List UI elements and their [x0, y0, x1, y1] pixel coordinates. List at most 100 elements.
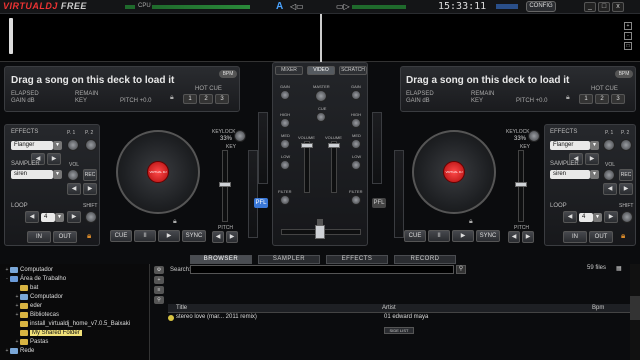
left-gain-knob[interactable] [280, 90, 290, 100]
right-med-knob[interactable] [351, 139, 361, 149]
zoom-in-button[interactable]: + [624, 22, 632, 30]
right-volume-handle[interactable] [328, 143, 340, 148]
deck-left-p2-knob[interactable] [85, 139, 97, 151]
deck-right-hotcue-1[interactable]: 1 [579, 94, 593, 104]
left-med-knob[interactable] [280, 139, 290, 149]
deck-right-loop-out[interactable]: OUT [589, 231, 613, 243]
deck-right-pitch-up[interactable]: ▶ [522, 231, 534, 243]
tab-effects[interactable]: EFFECTS [326, 255, 388, 264]
search-options-icon[interactable]: ⚲ [456, 265, 466, 274]
pfl-left-button[interactable]: PFL [254, 198, 268, 208]
auto-mix-icon[interactable]: A [276, 1, 283, 12]
tree-item[interactable]: + Rede [0, 346, 150, 355]
tab-mixer[interactable]: MIXER [275, 66, 303, 75]
right-volume-fader[interactable] [331, 141, 337, 193]
right-low-knob[interactable] [351, 160, 361, 170]
tree-item[interactable]: - Área de Trabalho [0, 274, 150, 283]
deck-right-loop-double[interactable]: ▶ [604, 211, 618, 223]
deck-right-loop-half[interactable]: ◀ [563, 211, 577, 223]
deck-right-pitch-down[interactable]: ◀ [508, 231, 520, 243]
deck-right-sampler-rec[interactable]: REC [619, 169, 633, 181]
deck-left-loop-double[interactable]: ▶ [67, 211, 81, 223]
deck-left-loop-half[interactable]: ◀ [25, 211, 39, 223]
deck-left-p1-knob[interactable] [67, 139, 79, 151]
deck-right-keylock-knob[interactable] [528, 130, 540, 142]
table-row[interactable]: stereo love (mar... 2011 remix) 01 edwar… [168, 314, 630, 323]
chevron-down-icon[interactable]: ▼ [590, 141, 599, 150]
deck-right-sampler-select[interactable]: siren [550, 170, 590, 179]
deck-right-header[interactable]: Drag a song on this deck to load it BPM … [400, 66, 636, 112]
chevron-down-icon[interactable]: ▼ [53, 170, 62, 179]
deck-right-effect-select[interactable]: Flanger [550, 141, 590, 150]
deck-left-lock-icon[interactable]: 🔒︎ [170, 94, 174, 102]
right-gain-knob[interactable] [351, 90, 361, 100]
deck-left-shift-knob[interactable] [85, 211, 97, 223]
tree-item[interactable]: + Bibliotecas [0, 310, 150, 319]
tab-scratch[interactable]: SCRATCH [339, 66, 367, 75]
tree-item[interactable]: bat [0, 283, 150, 292]
playlist-icon[interactable]: ≡ [154, 286, 164, 294]
search-db-icon[interactable]: ⚙ [154, 266, 164, 274]
search-input[interactable] [190, 265, 454, 274]
tree-item-selected[interactable]: My Shared Folder [0, 328, 150, 337]
add-folder-icon[interactable]: + [154, 276, 164, 284]
deck-right-p2-knob[interactable] [620, 139, 632, 151]
deck-left-header[interactable]: Drag a song on this deck to load it BPM … [4, 66, 240, 112]
deck-left-keylock-knob[interactable] [234, 130, 246, 142]
deck-right-sampler-play[interactable]: ◀ [603, 183, 617, 195]
crossfader-handle[interactable] [315, 225, 325, 239]
lock-icon[interactable]: 🔒︎ [87, 231, 91, 241]
master-knob[interactable] [315, 90, 327, 102]
side-list-button[interactable]: SIDE LIST [384, 327, 414, 334]
deck-right-play-button[interactable]: ▶ [452, 230, 474, 242]
right-high-knob[interactable] [351, 118, 361, 128]
deck-left-play-button[interactable]: ▶ [158, 230, 180, 242]
tab-browser[interactable]: BROWSER [190, 255, 252, 264]
deck-right-pitch-handle[interactable] [515, 182, 527, 187]
tab-video[interactable]: VIDEO [307, 66, 335, 75]
tree-item[interactable]: + Computador [0, 292, 150, 301]
crossfader-right-icon[interactable]: ▭▷ [336, 2, 350, 11]
deck-left-sampler-rec[interactable]: REC [83, 169, 97, 181]
chevron-down-icon[interactable]: ▼ [590, 170, 599, 179]
cue-mix-knob[interactable] [316, 112, 326, 122]
deck-left-pause-button[interactable]: II [134, 230, 156, 242]
deck-left-pitch-up[interactable]: ▶ [226, 231, 238, 243]
deck-right-hotcue-3[interactable]: 3 [611, 94, 625, 104]
minimize-button[interactable]: _ [584, 2, 596, 12]
scrollbar-thumb[interactable] [630, 296, 640, 320]
deck-right-loop-in[interactable]: IN [563, 231, 587, 243]
crossfader-left-icon[interactable]: ◁▭ [290, 2, 304, 11]
deck-left-cue-button[interactable]: CUE [110, 230, 132, 242]
deck-right-sync-button[interactable]: SYNC [476, 230, 500, 242]
deck-right-cue-button[interactable]: CUE [404, 230, 426, 242]
pfl-right-button[interactable]: PFL [372, 198, 386, 208]
deck-left-sampler-play[interactable]: ◀ [67, 183, 81, 195]
close-button[interactable]: x [612, 2, 624, 12]
deck-left-sampler-stop[interactable]: ▶ [83, 183, 97, 195]
waveform-zoom-slider[interactable] [9, 18, 13, 54]
deck-left-pitch-down[interactable]: ◀ [212, 231, 224, 243]
deck-left-hotcue-3[interactable]: 3 [215, 94, 229, 104]
deck-right-hotcue-2[interactable]: 2 [595, 94, 609, 104]
deck-right-lock-icon[interactable]: 🔒︎ [566, 94, 570, 102]
column-bpm[interactable]: Bpm [592, 304, 604, 313]
chevron-down-icon[interactable]: ▼ [593, 213, 602, 222]
left-filter-knob[interactable] [280, 195, 290, 205]
deck-right-loop-length[interactable]: 4 [579, 213, 593, 222]
deck-left-hotcue-1[interactable]: 1 [183, 94, 197, 104]
deck-right-sampler-stop[interactable]: ▶ [619, 183, 633, 195]
tree-item[interactable]: + eder [0, 301, 150, 310]
deck-right-effect-next[interactable]: ▶ [585, 153, 599, 165]
lock-icon[interactable]: 🔒︎ [621, 231, 625, 241]
deck-left-loop-in[interactable]: IN [27, 231, 51, 243]
left-volume-fader[interactable] [304, 141, 310, 193]
deck-right-pause-button[interactable]: II [428, 230, 450, 242]
chevron-down-icon[interactable]: ▼ [53, 141, 62, 150]
maximize-button[interactable]: □ [598, 2, 610, 12]
deck-left-effect-next[interactable]: ▶ [47, 153, 61, 165]
tab-sampler[interactable]: SAMPLER [258, 255, 320, 264]
right-filter-knob[interactable] [351, 195, 361, 205]
deck-right-sampler-vol-knob[interactable] [603, 169, 615, 181]
column-artist[interactable]: Artist [382, 304, 396, 313]
